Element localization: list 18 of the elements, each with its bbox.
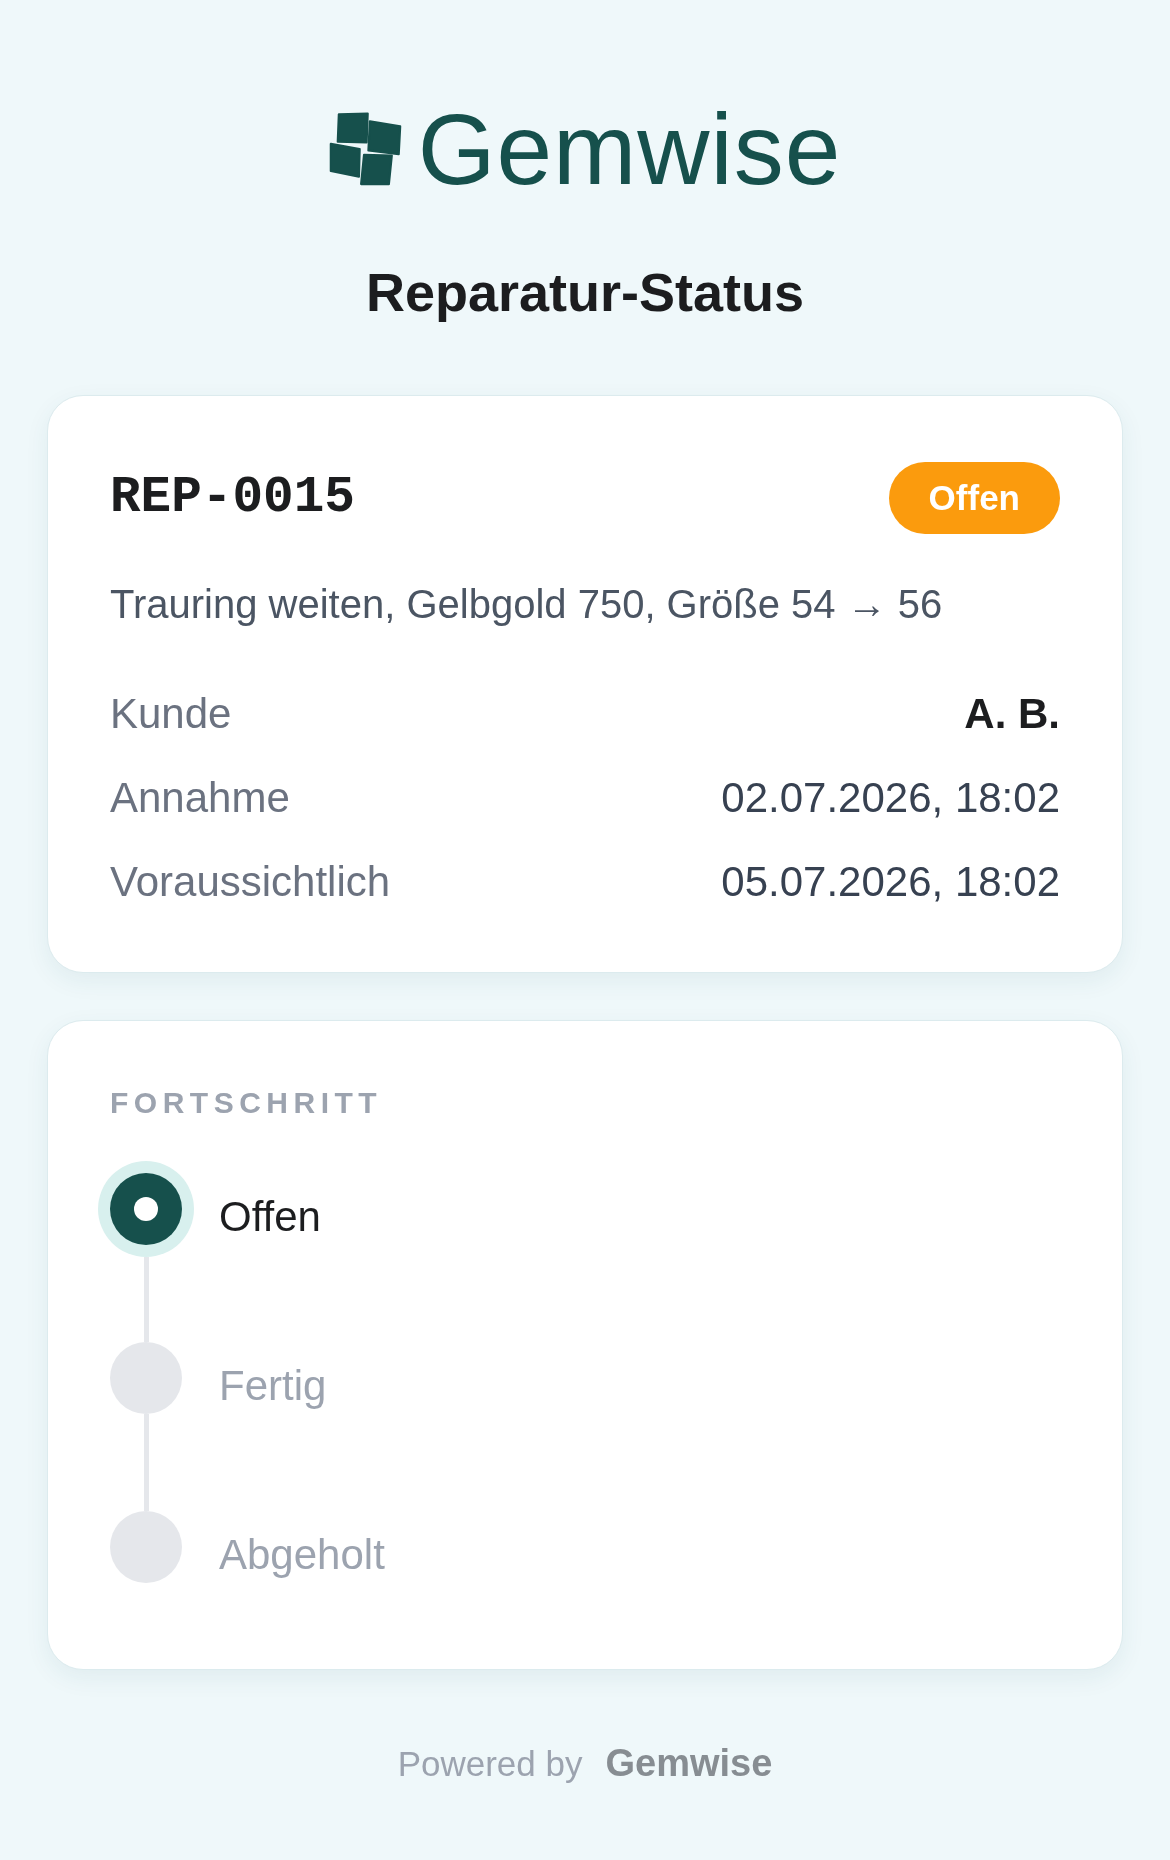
page-title: Reparatur-Status — [365, 261, 805, 324]
detail-value: A. B. — [964, 689, 1060, 739]
detail-label: Voraussichtlich — [110, 857, 391, 907]
step-label: Fertig — [219, 1362, 327, 1410]
powered-by-text: Powered by — [397, 1743, 583, 1785]
detail-label: Kunde — [110, 689, 232, 739]
step-label: Abgeholt — [219, 1531, 385, 1579]
section-heading: FORTSCHRITT — [110, 1085, 383, 1121]
brand-name: Gemwise — [417, 112, 842, 186]
logo-icon — [328, 112, 402, 186]
repair-number: REP-0015 — [110, 468, 355, 528]
detail-value: 05.07.2026, 18:02 — [721, 857, 1060, 907]
detail-label: Annahme — [110, 773, 290, 823]
footer-brand-name: Gemwise — [605, 1741, 773, 1785]
step-label: Offen — [219, 1193, 321, 1241]
status-badge: Offen — [888, 462, 1060, 534]
detail-value: 02.07.2026, 18:02 — [721, 773, 1060, 823]
repair-description: Trauring weiten, Gelbgold 750, Größe 54 → 56 — [110, 581, 943, 628]
